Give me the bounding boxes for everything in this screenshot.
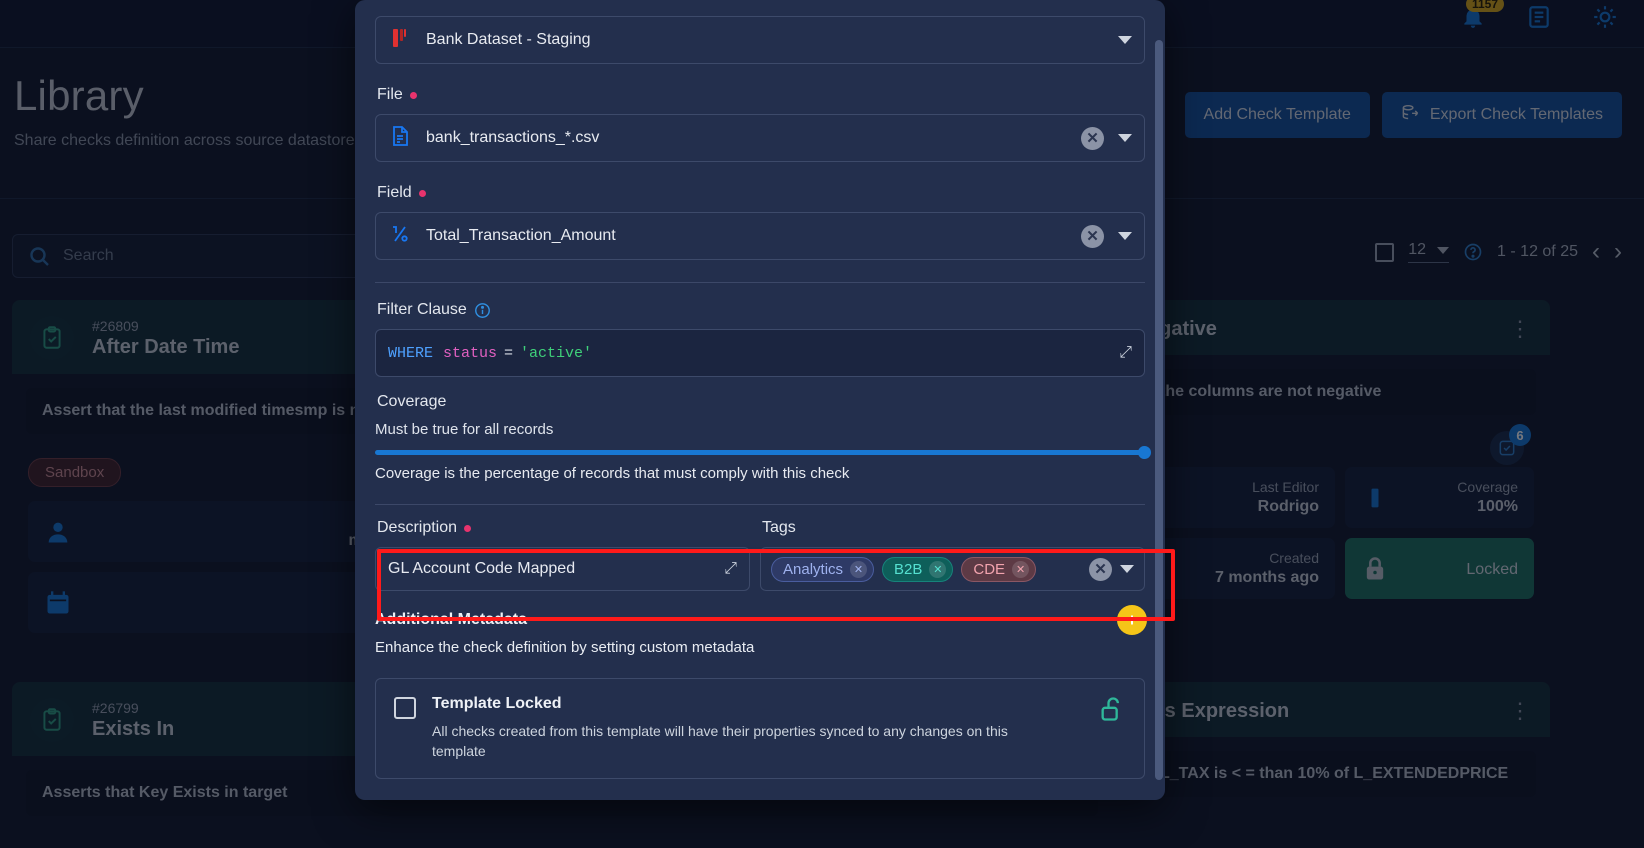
- datastore-value: Bank Dataset - Staging: [426, 31, 591, 48]
- file-icon: [388, 124, 412, 153]
- coverage-helper-text: Coverage is the percentage of records th…: [375, 465, 850, 482]
- dialog-footer: Cancel Save: [375, 779, 1145, 800]
- dialog-scrollbar[interactable]: [1155, 40, 1163, 780]
- filter-clause-editor[interactable]: WHERE status = 'active' ⤢: [375, 329, 1145, 377]
- template-locked-title: Template Locked: [432, 695, 562, 712]
- file-label: File: [377, 86, 403, 103]
- remove-tag-icon[interactable]: ✕: [1012, 560, 1030, 578]
- datastore-icon: [388, 26, 412, 55]
- additional-metadata-title: Additional Metadata: [375, 611, 528, 628]
- coverage-label-row: Coverage: [377, 393, 1145, 411]
- template-locked-checkbox[interactable]: [394, 697, 416, 719]
- chevron-down-icon: [1118, 232, 1132, 240]
- remove-tag-icon[interactable]: ✕: [850, 560, 868, 578]
- description-value: GL Account Code Mapped: [388, 560, 576, 577]
- chevron-down-icon: [1120, 565, 1134, 573]
- field-select[interactable]: Total_Transaction_Amount ✕: [375, 212, 1145, 260]
- tag-label: CDE: [973, 560, 1006, 578]
- description-input[interactable]: GL Account Code Mapped ⤢: [375, 547, 750, 591]
- edit-check-template-dialog: Bank Dataset - Staging File bank_transac…: [355, 0, 1165, 800]
- chevron-down-icon: [1118, 36, 1132, 44]
- description-label-row: Description: [377, 519, 750, 537]
- tags-input[interactable]: Analytics ✕ B2B ✕ CDE ✕ ✕: [760, 547, 1145, 591]
- sql-operator: =: [504, 344, 514, 362]
- info-icon[interactable]: [474, 302, 491, 319]
- expand-icon[interactable]: ⤢: [1119, 344, 1132, 362]
- field-value: Total_Transaction_Amount: [426, 227, 616, 244]
- file-label-row: File: [377, 86, 1145, 104]
- coverage-label: Coverage: [377, 393, 447, 410]
- required-indicator: [418, 189, 426, 197]
- field-label: Field: [377, 184, 412, 201]
- tags-label-row: Tags: [762, 519, 1145, 537]
- unlock-icon: [1098, 695, 1126, 723]
- chevron-down-icon: [1118, 134, 1132, 142]
- tag-label: Analytics: [783, 560, 844, 578]
- required-indicator: [409, 91, 417, 99]
- tag-chip[interactable]: Analytics ✕: [771, 556, 875, 582]
- remove-tag-icon[interactable]: ✕: [929, 560, 947, 578]
- field-label-row: Field: [377, 184, 1145, 202]
- template-locked-description: All checks created from this template wi…: [432, 723, 1008, 760]
- tag-chip[interactable]: B2B ✕: [882, 556, 954, 582]
- required-indicator: [464, 524, 472, 532]
- tag-label: B2B: [894, 560, 923, 578]
- tag-chip[interactable]: CDE ✕: [961, 556, 1037, 582]
- tags-label: Tags: [762, 519, 796, 536]
- sql-keyword: WHERE: [388, 344, 434, 362]
- clear-icon[interactable]: ✕: [1081, 126, 1104, 150]
- add-metadata-button[interactable]: [1117, 605, 1147, 635]
- clear-icon[interactable]: ✕: [1089, 557, 1112, 581]
- filter-clause-label-row: Filter Clause: [377, 301, 1145, 319]
- template-locked-section[interactable]: Template Locked All checks created from …: [375, 678, 1145, 779]
- fraction-icon: [388, 222, 412, 251]
- file-value: bank_transactions_*.csv: [426, 129, 600, 146]
- additional-metadata-description: Enhance the check definition by setting …: [375, 639, 755, 656]
- filter-clause-label: Filter Clause: [377, 301, 467, 318]
- additional-metadata-section: Additional Metadata Enhance the check de…: [375, 605, 1147, 656]
- coverage-slider[interactable]: [375, 446, 1151, 459]
- coverage-slider-knob[interactable]: [1138, 446, 1151, 459]
- datastore-select[interactable]: Bank Dataset - Staging: [375, 16, 1145, 64]
- coverage-value-text: Must be true for all records: [375, 421, 554, 438]
- sql-literal: 'active': [520, 344, 593, 362]
- clear-icon[interactable]: ✕: [1081, 224, 1104, 248]
- file-select[interactable]: bank_transactions_*.csv ✕: [375, 114, 1145, 162]
- description-label: Description: [377, 519, 458, 536]
- expand-icon[interactable]: ⤢: [724, 560, 737, 578]
- sql-identifier: status: [443, 344, 498, 362]
